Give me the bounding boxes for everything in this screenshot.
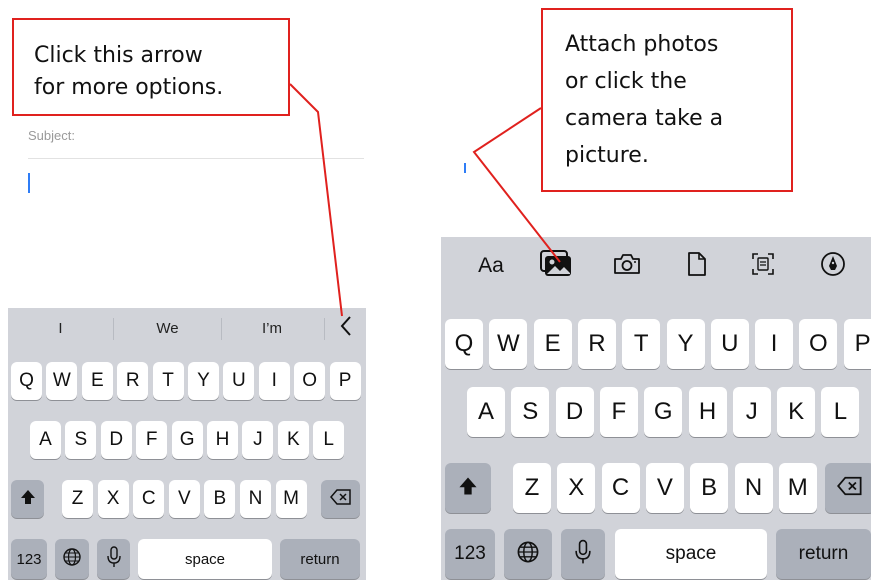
callout-connectors xyxy=(289,83,561,317)
callout-pointer-left xyxy=(289,83,343,317)
callout-pointer-right xyxy=(472,107,561,263)
